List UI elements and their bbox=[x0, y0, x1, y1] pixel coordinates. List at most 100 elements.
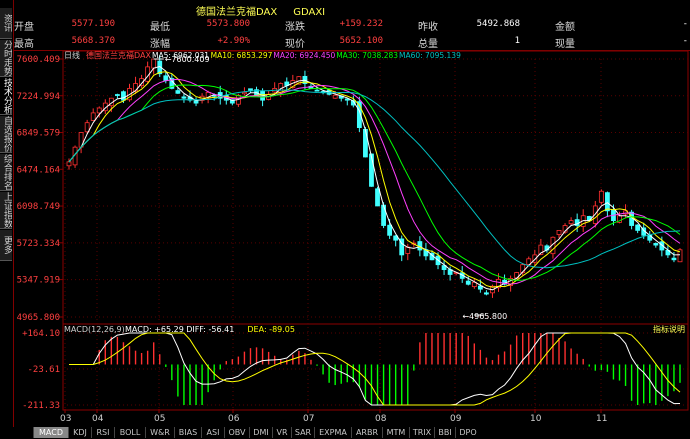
macd-legend-label: MACD(12,26,9) bbox=[64, 325, 125, 334]
ma5-line bbox=[68, 65, 681, 291]
indicator-tab-boll[interactable]: BOLL bbox=[114, 427, 145, 438]
candle-body bbox=[484, 292, 489, 295]
indicator-tab-mtm[interactable]: MTM bbox=[382, 427, 409, 438]
candle-body bbox=[121, 91, 126, 101]
candle-body bbox=[375, 188, 380, 207]
macd-legend-item-1: DIFF: -56.41 bbox=[186, 325, 234, 334]
macd-diff-line bbox=[69, 332, 681, 406]
price-axis-label: 4965.800 bbox=[17, 313, 60, 323]
candle-body bbox=[465, 280, 471, 285]
ma-legend-item-0: MA5: 6962.031 bbox=[152, 51, 209, 60]
price-axis-label: 6098.749 bbox=[17, 202, 60, 212]
ma20-line bbox=[68, 78, 681, 285]
candle-body bbox=[417, 241, 423, 251]
index-code: GDAXI bbox=[293, 7, 326, 18]
month-label: 03 bbox=[60, 414, 71, 424]
candle-body bbox=[242, 91, 247, 95]
price-axis-label: 6849.579 bbox=[17, 129, 60, 139]
left-tab-1[interactable]: 分时走势 bbox=[0, 40, 12, 77]
price-panel-frame bbox=[62, 51, 689, 325]
candle-body bbox=[90, 112, 96, 121]
candle-body bbox=[568, 220, 574, 225]
indicator-tab-rsi[interactable]: RSI bbox=[91, 427, 114, 438]
ma-legend-name: 德国法兰克福DAX bbox=[86, 51, 151, 60]
indicator-help-link[interactable]: 指标说明 bbox=[653, 324, 685, 334]
candle-body bbox=[363, 129, 368, 158]
macd-legend-item-2: DEA: -89.05 bbox=[247, 325, 295, 334]
month-label: 08 bbox=[375, 414, 387, 424]
index-name: 德国法兰克福DAX bbox=[196, 7, 278, 18]
candle-body bbox=[332, 94, 338, 99]
candle-body bbox=[605, 192, 610, 212]
left-tab-strip: 资讯 分时走势 技术分析 自选报价 综合排名 上证指数 更多 bbox=[0, 0, 14, 439]
month-label: 11 bbox=[596, 414, 607, 424]
indicator-tab-bar: MACD KDJ RSI BOLL W&R BIAS ASI OBV DMI VR SAR EXPMA… bbox=[13, 427, 690, 439]
candle-body bbox=[181, 96, 187, 99]
price-axis-label: 5723.334 bbox=[17, 239, 60, 249]
ma-legend-item-4: MA60: 7095.139 bbox=[399, 51, 461, 60]
macd-axis-label: -211.33 bbox=[22, 401, 60, 411]
candle-body bbox=[163, 75, 169, 81]
month-label: 10 bbox=[530, 414, 542, 424]
header-label-row1-0: 开盘 bbox=[14, 22, 34, 33]
ma10-line bbox=[68, 71, 681, 288]
indicator-tab-expma[interactable]: EXPMA bbox=[314, 427, 351, 438]
ma-legend-item-1: MA10: 6853.297 bbox=[211, 51, 273, 60]
price-axis-label: 7600.409 bbox=[17, 55, 60, 65]
left-tab-3[interactable]: 自选报价 bbox=[0, 116, 12, 153]
candle-body bbox=[556, 230, 562, 235]
header-value-row2-0: 5668.370 bbox=[71, 36, 115, 46]
left-tab-4[interactable]: 综合排名 bbox=[0, 154, 12, 191]
indicator-tab-dmi[interactable]: DMI bbox=[249, 427, 272, 438]
header-label-row1-2: 涨跌 bbox=[285, 22, 305, 33]
header-label-row1-1: 最低 bbox=[150, 22, 170, 33]
header-label-row1-3: 昨收 bbox=[418, 22, 438, 33]
header-value-row1-2: +159.232 bbox=[339, 19, 383, 29]
month-label: 09 bbox=[450, 414, 462, 424]
left-tab-6[interactable]: 更多 bbox=[0, 230, 12, 261]
left-tab-5[interactable]: 上证指数 bbox=[0, 192, 12, 229]
candle-body bbox=[653, 243, 659, 246]
left-tab-2[interactable]: 技术分析 bbox=[0, 78, 12, 115]
indicator-tab-macd[interactable]: MACD bbox=[33, 427, 68, 438]
indicator-tab-trix[interactable]: TRIX bbox=[409, 427, 434, 438]
header-value-row2-2: 5652.100 bbox=[339, 36, 383, 46]
indicator-tab-dpo[interactable]: DPO bbox=[455, 427, 480, 438]
candle-body bbox=[66, 161, 72, 167]
kline-chart[interactable]: 7600.409 7224.994 6849.579 6474.164 6098.749… bbox=[13, 51, 690, 427]
header-label-row1-4: 金额 bbox=[555, 22, 575, 33]
chart-title: 德国法兰克福DAX GDAXI bbox=[196, 3, 325, 18]
ma30-line bbox=[68, 84, 681, 281]
indicator-tab-w-r[interactable]: W&R bbox=[145, 427, 174, 438]
candle-body bbox=[635, 224, 641, 231]
header-value-row1-4: - bbox=[682, 19, 688, 29]
candle-body bbox=[381, 204, 386, 226]
month-label: 04 bbox=[92, 414, 104, 424]
indicator-tab-vr[interactable]: VR bbox=[272, 427, 291, 438]
candle-body bbox=[193, 100, 199, 104]
candle-body bbox=[96, 107, 102, 114]
header-value-row1-1: 5573.800 bbox=[206, 19, 250, 29]
header-label-row2-4: 现量 bbox=[555, 39, 575, 50]
price-axis-label: 5347.919 bbox=[17, 276, 60, 286]
ma-legend-item-2: MA20: 6924.450 bbox=[273, 51, 335, 60]
header-value-row2-4: - bbox=[682, 36, 688, 46]
indicator-tab-bbi[interactable]: BBI bbox=[434, 427, 455, 438]
indicator-tab-obv[interactable]: OBV bbox=[224, 427, 249, 438]
indicator-tab-asi[interactable]: ASI bbox=[201, 427, 224, 438]
indicator-tab-sar[interactable]: SAR bbox=[291, 427, 314, 438]
candle-body bbox=[671, 257, 677, 261]
header-value-row1-3: 5492.868 bbox=[476, 19, 520, 29]
indicator-tab-arbr[interactable]: ARBR bbox=[351, 427, 382, 438]
indicator-tab-kdj[interactable]: KDJ bbox=[68, 427, 91, 438]
left-tab-0[interactable]: 资讯 bbox=[0, 8, 12, 39]
candle-body bbox=[387, 224, 393, 236]
indicator-tab-bias[interactable]: BIAS bbox=[174, 427, 201, 438]
header-label-row2-1: 涨幅 bbox=[150, 39, 170, 50]
macd-axis-label: -23.61 bbox=[27, 365, 60, 375]
month-label: 07 bbox=[303, 414, 314, 424]
header-label-row2-3: 总量 bbox=[418, 39, 438, 50]
candle-body bbox=[151, 58, 157, 69]
header-value-row1-0: 5577.190 bbox=[71, 19, 115, 29]
candle-body bbox=[114, 94, 120, 96]
